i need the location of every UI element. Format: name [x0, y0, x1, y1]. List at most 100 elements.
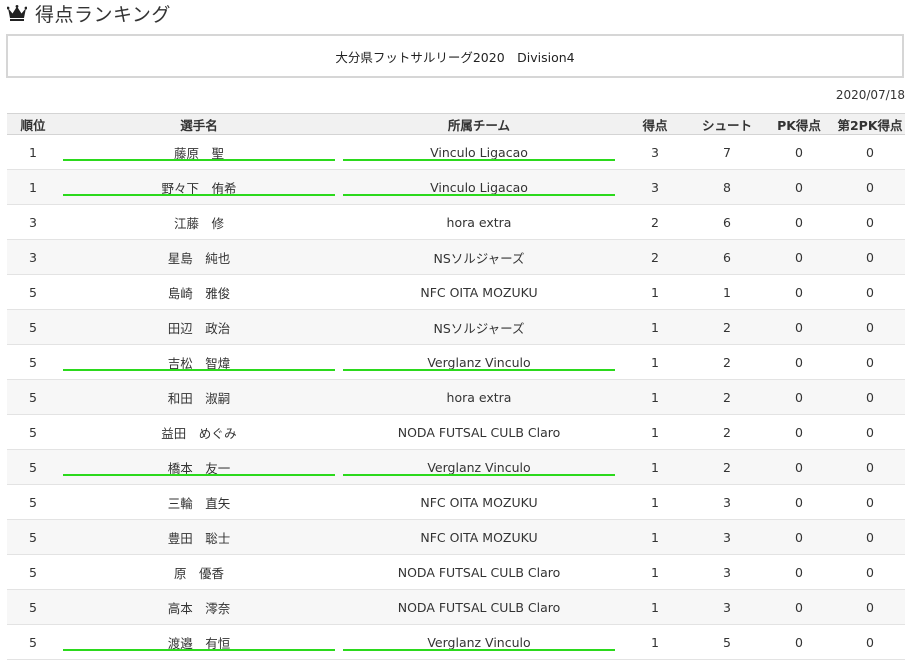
- player-name-cell: 豊田 聡士: [59, 519, 339, 555]
- col-header-team: 所属チーム: [339, 113, 619, 135]
- table-row: 5 益田 めぐみ NODA FUTSAL CULB Claro 1 2 0 0: [7, 414, 905, 450]
- league-name-box: 大分県フットサルリーグ2020 Division4: [6, 34, 904, 78]
- goals-cell: 1: [619, 589, 691, 625]
- rank-cell: 5: [7, 344, 59, 380]
- player-name-cell: 高本 澪奈: [59, 589, 339, 625]
- player-name-link[interactable]: 渡邉 有恒: [168, 636, 231, 651]
- rank-cell: 5: [7, 379, 59, 415]
- second-pk-goals-cell: 0: [835, 309, 905, 345]
- pk-goals-cell: 0: [763, 624, 835, 660]
- shots-cell: 3: [691, 589, 763, 625]
- shots-cell: 6: [691, 239, 763, 275]
- col-header-player: 選手名: [59, 113, 339, 135]
- pk-goals-cell: 0: [763, 344, 835, 380]
- player-name-link: 原 優香: [173, 565, 224, 581]
- player-name-link[interactable]: 野々下 侑希: [161, 181, 236, 196]
- player-name-cell: 島崎 雅俊: [59, 274, 339, 310]
- second-pk-goals-cell: 0: [835, 134, 905, 170]
- player-name-link[interactable]: 藤原 聖: [174, 146, 224, 161]
- team-name-cell: NFC OITA MOZUKU: [339, 519, 619, 555]
- player-name-link: 星島 純也: [167, 250, 231, 266]
- player-name-cell: 原 優香: [59, 554, 339, 590]
- player-name-link: 江藤 修: [173, 215, 224, 231]
- shots-cell: 5: [691, 624, 763, 660]
- rank-cell: 5: [7, 519, 59, 555]
- pk-goals-cell: 0: [763, 449, 835, 485]
- goals-cell: 3: [619, 169, 691, 205]
- team-name-link: NFC OITA MOZUKU: [420, 494, 538, 510]
- pk-goals-cell: 0: [763, 169, 835, 205]
- pk-goals-cell: 0: [763, 519, 835, 555]
- rank-cell: 5: [7, 309, 59, 345]
- rank-cell: 5: [7, 484, 59, 520]
- team-name-link[interactable]: Vinculo Ligacao: [430, 145, 528, 160]
- ranking-table-body: 1 藤原 聖 Vinculo Ligacao 3 7 0 0 1 野々下 侑希 Vinculo L…: [7, 134, 905, 660]
- team-name-link[interactable]: Verglanz Vinculo: [427, 355, 530, 370]
- team-name-cell: NFC OITA MOZUKU: [339, 274, 619, 310]
- team-name-cell: NFC OITA MOZUKU: [339, 484, 619, 520]
- team-name-link[interactable]: Vinculo Ligacao: [430, 180, 528, 195]
- second-pk-goals-cell: 0: [835, 519, 905, 555]
- shots-cell: 6: [691, 204, 763, 240]
- ranking-table: 順位 選手名 所属チーム 得点 シュート PK得点 第2PK得点 1 藤原 聖 Vi…: [7, 113, 905, 660]
- team-name-link: NFC OITA MOZUKU: [420, 284, 538, 300]
- pk-goals-cell: 0: [763, 554, 835, 590]
- shots-cell: 2: [691, 414, 763, 450]
- goals-cell: 1: [619, 274, 691, 310]
- player-name-link[interactable]: 吉松 智煒: [168, 356, 231, 371]
- rank-cell: 5: [7, 414, 59, 450]
- pk-goals-cell: 0: [763, 309, 835, 345]
- goals-cell: 1: [619, 379, 691, 415]
- team-name-link: NSソルジャーズ: [433, 250, 525, 266]
- pk-goals-cell: 0: [763, 484, 835, 520]
- player-name-link[interactable]: 橋本 友一: [168, 461, 231, 476]
- rank-cell: 5: [7, 449, 59, 485]
- team-name-cell: NSソルジャーズ: [339, 309, 619, 345]
- shots-cell: 2: [691, 309, 763, 345]
- col-header-goals: 得点: [619, 113, 691, 135]
- team-name-cell: Vinculo Ligacao: [339, 169, 619, 205]
- team-name-cell: Vinculo Ligacao: [339, 134, 619, 170]
- crown-icon: [7, 5, 27, 21]
- second-pk-goals-cell: 0: [835, 344, 905, 380]
- goals-cell: 1: [619, 484, 691, 520]
- player-name-cell: 渡邉 有恒: [59, 624, 339, 660]
- player-name-cell: 和田 淑嗣: [59, 379, 339, 415]
- player-name-link: 和田 淑嗣: [167, 390, 231, 406]
- goals-cell: 1: [619, 309, 691, 345]
- team-name-link: NSソルジャーズ: [433, 320, 525, 336]
- pk-goals-cell: 0: [763, 239, 835, 275]
- rank-cell: 3: [7, 204, 59, 240]
- table-row: 1 藤原 聖 Vinculo Ligacao 3 7 0 0: [7, 134, 905, 170]
- pk-goals-cell: 0: [763, 379, 835, 415]
- team-name-link[interactable]: Verglanz Vinculo: [427, 460, 530, 475]
- second-pk-goals-cell: 0: [835, 554, 905, 590]
- pk-goals-cell: 0: [763, 274, 835, 310]
- goals-cell: 1: [619, 414, 691, 450]
- league-name: 大分県フットサルリーグ2020 Division4: [335, 49, 575, 65]
- rank-cell: 1: [7, 134, 59, 170]
- table-row: 5 豊田 聡士 NFC OITA MOZUKU 1 3 0 0: [7, 519, 905, 555]
- goals-cell: 3: [619, 134, 691, 170]
- second-pk-goals-cell: 0: [835, 449, 905, 485]
- team-name-link: NODA FUTSAL CULB Claro: [397, 564, 561, 580]
- col-header-shots: シュート: [691, 113, 763, 135]
- table-row: 5 渡邉 有恒 Verglanz Vinculo 1 5 0 0: [7, 624, 905, 660]
- team-name-link[interactable]: Verglanz Vinculo: [427, 635, 530, 650]
- player-name-link: 三輪 直矢: [167, 495, 231, 511]
- player-name-link: 益田 めぐみ: [161, 425, 237, 441]
- goals-cell: 1: [619, 519, 691, 555]
- table-row: 5 島崎 雅俊 NFC OITA MOZUKU 1 1 0 0: [7, 274, 905, 310]
- team-name-link: NODA FUTSAL CULB Claro: [397, 599, 561, 615]
- team-name-cell: NODA FUTSAL CULB Claro: [339, 554, 619, 590]
- table-row: 5 三輪 直矢 NFC OITA MOZUKU 1 3 0 0: [7, 484, 905, 520]
- shots-cell: 3: [691, 519, 763, 555]
- player-name-link: 島崎 雅俊: [167, 285, 231, 301]
- player-name-cell: 野々下 侑希: [59, 169, 339, 205]
- team-name-link: NFC OITA MOZUKU: [420, 529, 538, 545]
- player-name-cell: 藤原 聖: [59, 134, 339, 170]
- player-name-cell: 吉松 智煒: [59, 344, 339, 380]
- rank-cell: 5: [7, 624, 59, 660]
- rank-cell: 1: [7, 169, 59, 205]
- shots-cell: 3: [691, 484, 763, 520]
